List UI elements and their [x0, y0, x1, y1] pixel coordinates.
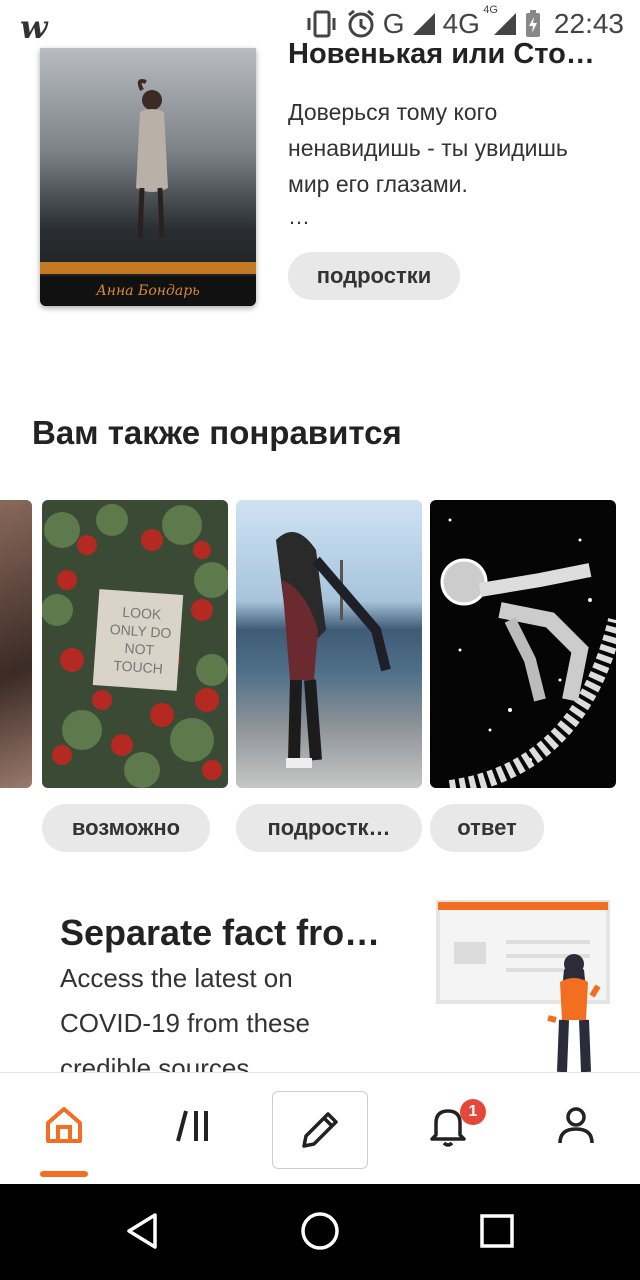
- library-icon: [176, 1110, 208, 1142]
- nav-write-button[interactable]: [272, 1091, 368, 1169]
- notification-badge: 1: [460, 1099, 486, 1125]
- cover-sign-text: LOOK ONLY DO NOT TOUCH: [109, 603, 172, 677]
- status-icons: G 4G 4G 22:43: [305, 4, 624, 42]
- home-circle-icon: [301, 1212, 339, 1250]
- story-tag[interactable]: подростки: [288, 252, 460, 300]
- story-title[interactable]: Новенькая или Сто…: [288, 38, 618, 71]
- system-back-button[interactable]: [118, 1206, 168, 1256]
- home-icon: [46, 1107, 82, 1143]
- pencil-icon: [302, 1112, 338, 1148]
- network-4g-sup: 4G: [483, 4, 498, 16]
- nav-profile-button[interactable]: [544, 1093, 608, 1157]
- system-navigation-bar: [0, 1184, 640, 1280]
- cover-figure-image: [136, 79, 168, 239]
- covid-banner-title[interactable]: Separate fact from …: [60, 912, 410, 954]
- section-heading: Вам также понравится: [32, 414, 402, 451]
- covid-banner-text[interactable]: Access the latest on COVID-19 from these…: [60, 956, 390, 1072]
- recommendation-cover-1[interactable]: LOOK ONLY DO NOT TOUCH: [42, 500, 228, 788]
- story-description: Доверься тому кого ненавидишь - ты увиди…: [288, 99, 568, 197]
- person-icon: [558, 1107, 594, 1144]
- recents-icon: [480, 1214, 514, 1248]
- vibrate-icon: [307, 10, 336, 38]
- nav-active-indicator: [40, 1171, 88, 1177]
- recommendation-tag-3[interactable]: ответ: [430, 804, 544, 852]
- battery-charging-icon: [525, 10, 540, 37]
- couple-image: [276, 532, 391, 768]
- recommendation-tag-1[interactable]: возможно: [42, 804, 210, 852]
- network-4g-label: 4G 4G: [442, 4, 498, 39]
- back-icon: [127, 1213, 157, 1249]
- astronaut-image: [440, 518, 616, 788]
- clock: 22:43: [553, 8, 624, 39]
- story-cover[interactable]: Анна Бондарь: [40, 48, 256, 306]
- covid-illustration: [436, 900, 616, 1072]
- cover-author: Анна Бондарь: [40, 276, 256, 306]
- recommendation-cover-3[interactable]: [430, 500, 616, 788]
- system-home-button[interactable]: [295, 1206, 345, 1256]
- recommendation-cover-2[interactable]: [236, 500, 422, 788]
- recommendation-cover-0[interactable]: [0, 500, 32, 788]
- network-g-label: G: [382, 8, 405, 39]
- system-recents-button[interactable]: [472, 1206, 522, 1256]
- nav-library-button[interactable]: [162, 1093, 226, 1157]
- wattpad-logo-icon: w: [20, 8, 48, 46]
- alarm-icon: [347, 9, 374, 38]
- cover-band: [40, 262, 256, 274]
- bottom-navigation: 1: [0, 1072, 640, 1185]
- nav-home-button[interactable]: [32, 1093, 96, 1157]
- story-description-more: …: [288, 204, 310, 229]
- recommendation-tag-2[interactable]: подростк…: [236, 804, 422, 852]
- signal-icon: [412, 13, 435, 35]
